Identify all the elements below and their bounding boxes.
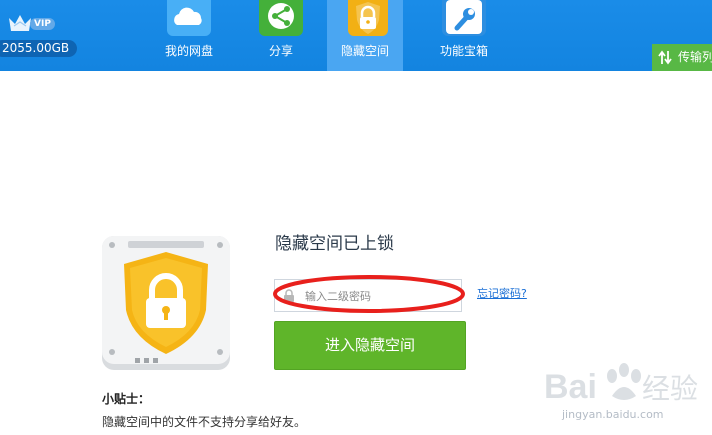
tab-toolbox-label: 功能宝箱 (439, 44, 488, 58)
enter-hidden-space-button[interactable]: 进入隐藏空间 (274, 321, 466, 370)
tab-share-label: 分享 (268, 44, 293, 58)
transfer-list-button[interactable]: 传输列 (652, 44, 712, 71)
top-bar: VIP 2055.00GB 我的网盘 分享 隐藏空间 功能宝箱 传输列 (0, 0, 712, 71)
lock-shield-icon (348, 0, 388, 36)
locked-safe-illustration (102, 236, 230, 370)
tab-my-drive[interactable]: 我的网盘 (151, 0, 227, 71)
watermark-url: jingyan.baidu.com (561, 408, 664, 421)
locked-status-title: 隐藏空间已上锁 (275, 234, 394, 254)
tab-toolbox[interactable]: 功能宝箱 (426, 0, 502, 71)
secondary-password-field[interactable] (274, 279, 462, 312)
svg-text:Bai: Bai (544, 368, 597, 406)
transfer-arrows-icon (658, 50, 672, 65)
transfer-list-label: 传输列 (678, 50, 712, 64)
vip-badge: VIP (30, 18, 55, 30)
tab-hidden-space[interactable]: 隐藏空间 (327, 0, 403, 71)
wrench-icon (442, 0, 486, 36)
secondary-password-input[interactable] (303, 284, 457, 308)
tab-my-drive-label: 我的网盘 (164, 44, 213, 58)
forgot-password-link[interactable]: 忘记密码? (477, 287, 527, 301)
tab-hidden-space-label: 隐藏空间 (340, 44, 389, 58)
tab-share[interactable]: 分享 (243, 0, 319, 71)
lock-field-icon (284, 289, 294, 302)
storage-quota: 2055.00GB (0, 40, 78, 57)
baidu-jingyan-watermark: Bai 经验 jingyan.baidu.com (544, 363, 698, 421)
tips-title: 小贴士： (102, 392, 151, 406)
share-icon (259, 0, 303, 36)
tips-text: 隐藏空间中的文件不支持分享给好友。 (102, 415, 307, 429)
svg-text:经验: 经验 (642, 372, 698, 405)
cloud-icon (167, 0, 211, 36)
